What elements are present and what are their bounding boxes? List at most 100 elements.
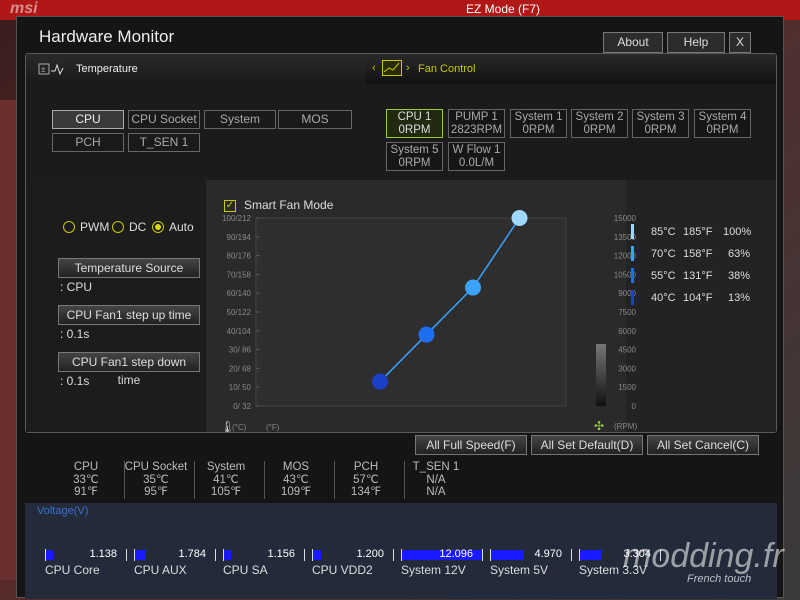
voltage-value: 1.156: [267, 548, 295, 560]
about-button[interactable]: About: [603, 32, 663, 53]
fan-system-3[interactable]: System 3 0RPM: [632, 109, 689, 138]
sensor-t-sen-1[interactable]: T_SEN 1: [128, 133, 200, 152]
fan-system-2[interactable]: System 2 0RPM: [571, 109, 628, 138]
fan-name: System 2: [575, 111, 624, 123]
fan-curve-point[interactable]: [511, 210, 528, 226]
step-down-time-button[interactable]: CPU Fan1 step down time: [58, 352, 200, 387]
temp-celsius: 41℃: [213, 473, 239, 486]
temp-readout: System 41℃ 105℉: [191, 461, 265, 499]
fan-system-1[interactable]: System 1 0RPM: [510, 109, 567, 138]
close-button[interactable]: X: [729, 32, 751, 53]
y-left-tick-label: 30/ 86: [229, 346, 252, 355]
thermometer-icon: 🌡: [220, 420, 235, 432]
voltage-name: System 12V: [401, 563, 466, 577]
fan-curve-chart[interactable]: 100/212 90/194 80/176 70/158 60/140 50/122 40/…: [206, 180, 646, 432]
fan-value: 0RPM: [583, 124, 616, 136]
sensor-mos[interactable]: MOS: [278, 110, 352, 129]
fan-value: 0RPM: [398, 157, 431, 169]
temp-readout: PCH 57℃ 134℉: [331, 461, 405, 499]
chevron-right-icon[interactable]: ›: [406, 62, 410, 74]
legend-temp-f: 158°F: [683, 248, 713, 260]
sensor-cpu[interactable]: CPU: [52, 110, 124, 129]
all-full-speed-button[interactable]: All Full Speed(F): [415, 435, 527, 455]
temp-readout: CPU Socket 35℃ 95℉: [121, 461, 195, 499]
fan-system-4[interactable]: System 4 0RPM: [694, 109, 751, 138]
legend-swatch: [631, 268, 634, 283]
plot-area: [255, 217, 567, 407]
legend-percent: 63%: [728, 248, 751, 260]
mode-pwm-radio[interactable]: PWM: [63, 220, 109, 234]
temp-name: T_SEN 1: [412, 461, 460, 473]
fan-name: System 3: [636, 111, 685, 123]
fan-curve-point[interactable]: [465, 279, 481, 296]
voltage-name: CPU AUX: [134, 563, 187, 577]
temp-name: CPU: [73, 461, 99, 473]
fan-cpu-1[interactable]: CPU 1 0RPM: [386, 109, 443, 138]
y-left-tick-label: 80/176: [227, 252, 252, 261]
legend-temp-c: 55°C: [651, 270, 676, 282]
voltage-gauge: 1.156 CPU SA: [223, 548, 305, 577]
voltage-value: 1.784: [178, 548, 206, 560]
temperature-source-value: : CPU: [60, 280, 93, 294]
fan-value: 0RPM: [398, 124, 431, 136]
fan-value: 0.0L/M: [458, 157, 495, 169]
thermometer-icon: ±: [38, 63, 64, 76]
voltage-name: CPU Core: [45, 563, 100, 577]
step-up-time-value: : 0.1s: [60, 327, 90, 341]
mode-dc-label: DC: [129, 220, 147, 234]
fan-value: 0RPM: [522, 124, 555, 136]
voltage-fill: [491, 550, 524, 560]
y-right-tick-label: 6000: [618, 327, 636, 336]
legend-temp-c: 70°C: [651, 248, 676, 260]
step-up-time-button[interactable]: CPU Fan1 step up time: [58, 305, 200, 325]
voltage-gauge: 1.138 CPU Core: [45, 548, 127, 577]
sensor-pch[interactable]: PCH: [52, 133, 124, 152]
legend-swatch: [631, 224, 634, 239]
fan-curve-icon: [382, 60, 402, 76]
voltage-fill: [135, 550, 147, 560]
temperature-tab[interactable]: Temperature: [76, 63, 138, 75]
fan-system-5[interactable]: System 5 0RPM: [386, 142, 443, 171]
chevron-left-icon[interactable]: ‹: [372, 62, 376, 74]
y-left-tick-label: 40/104: [227, 327, 252, 336]
sensor-system[interactable]: System: [204, 110, 276, 129]
voltage-name: CPU SA: [223, 563, 268, 577]
y-right-tick-label: 7500: [618, 308, 636, 317]
y-right-tick-label: 1500: [618, 383, 636, 392]
all-set-cancel-button[interactable]: All Set Cancel(C): [647, 435, 759, 455]
mode-auto-radio[interactable]: Auto: [152, 220, 194, 234]
fan-control-header: ‹ › Fan Control: [366, 54, 776, 84]
mode-dc-radio[interactable]: DC: [112, 220, 146, 234]
temp-name: MOS: [282, 461, 310, 473]
window-title: Hardware Monitor: [39, 27, 175, 46]
temp-celsius: 43℃: [283, 473, 309, 486]
sensor-cpu-socket[interactable]: CPU Socket: [128, 110, 200, 129]
temp-celsius: 57℃: [353, 473, 379, 486]
fan-control-tab[interactable]: Fan Control: [418, 63, 475, 75]
help-button[interactable]: Help: [667, 32, 725, 53]
step-down-time-value: : 0.1s: [60, 374, 90, 388]
temp-name: PCH: [353, 461, 379, 473]
y-right-tick-label: 0: [632, 402, 637, 411]
monitor-panel: ± Temperature ‹ › Fan Control CPU CPU So…: [25, 53, 777, 433]
temp-name: CPU Socket: [124, 461, 188, 473]
legend-temp-c: 40°C: [651, 292, 676, 304]
mode-pwm-label: PWM: [80, 220, 110, 234]
fan-curve-point[interactable]: [418, 326, 435, 343]
temp-name: System: [206, 461, 246, 473]
legend-temp-f: 104°F: [683, 292, 713, 304]
temperature-source-button[interactable]: Temperature Source: [58, 258, 200, 278]
voltage-fill: [313, 550, 321, 560]
fan-pump-1[interactable]: PUMP 1 2823RPM: [448, 109, 505, 138]
voltage-value: 1.138: [89, 548, 117, 560]
all-set-default-button[interactable]: All Set Default(D): [531, 435, 643, 455]
temp-celsius: 35℃: [143, 473, 169, 486]
temp-fahrenheit: N/A: [426, 486, 446, 498]
legend-temp-f: 131°F: [683, 270, 713, 282]
temp-celsius: 33℃: [73, 473, 99, 486]
fan-w-flow-1[interactable]: W Flow 1 0.0L/M: [448, 142, 505, 171]
ez-mode-label[interactable]: EZ Mode (F7): [466, 2, 540, 16]
legend-percent: 100%: [723, 226, 752, 238]
fan-graph-area: PWM DC Auto Temperature Source : CPU CPU…: [26, 180, 776, 432]
fan-curve-point[interactable]: [372, 373, 388, 390]
